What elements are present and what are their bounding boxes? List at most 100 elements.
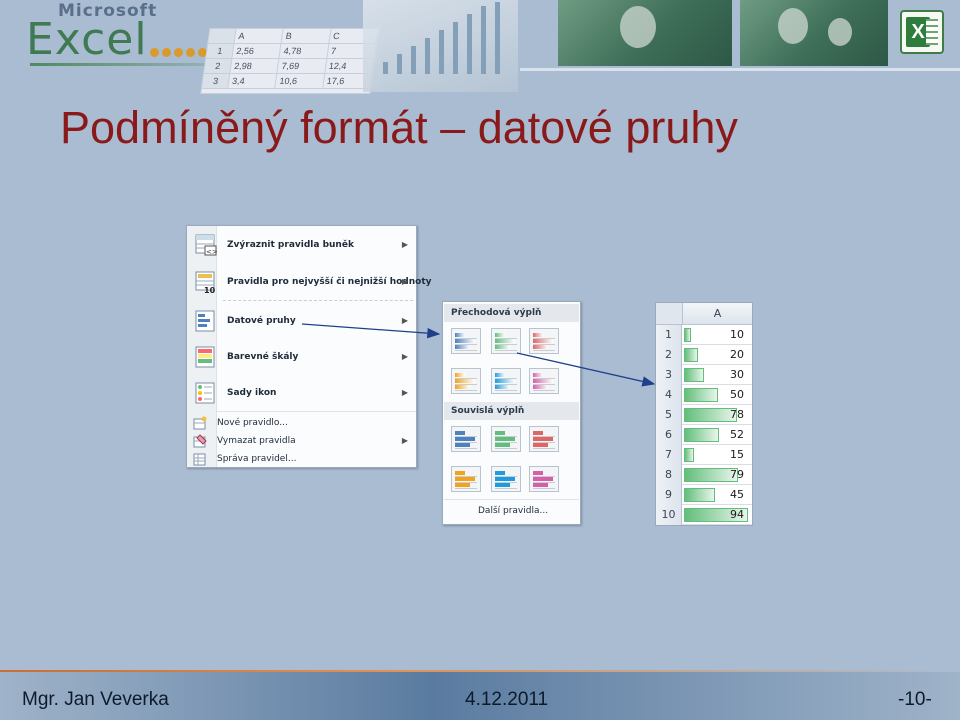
cell-value[interactable]: 20 bbox=[730, 345, 744, 365]
menu-item-icon-sets[interactable]: Sady ikon ▶ bbox=[187, 378, 416, 408]
gradient-data-bar-swatch[interactable] bbox=[491, 328, 521, 354]
cell-value[interactable]: 10 bbox=[730, 325, 744, 345]
column-header-a[interactable]: A bbox=[682, 303, 752, 325]
swatch-bar bbox=[455, 345, 470, 349]
swatch-bar bbox=[455, 373, 465, 377]
solid-data-bar-swatch[interactable] bbox=[451, 426, 481, 452]
swatch-bar bbox=[455, 379, 475, 383]
mini-cell: 10,6 bbox=[275, 74, 325, 88]
menu-item-data-bars[interactable]: Datové pruhy ▶ bbox=[187, 306, 416, 336]
table-row: 3 30 bbox=[656, 365, 752, 385]
row-header[interactable]: 2 bbox=[656, 345, 682, 365]
excel-app-icon: X bbox=[900, 10, 944, 54]
swatch-bar bbox=[533, 339, 553, 343]
solid-data-bar-swatch[interactable] bbox=[491, 466, 521, 492]
data-bar bbox=[684, 348, 698, 362]
swatch-bar bbox=[455, 339, 475, 343]
menu-item-clear-rules[interactable]: Vymazat pravidla ▶ bbox=[187, 432, 416, 450]
sheet-corner[interactable] bbox=[656, 303, 682, 325]
swatch-bar bbox=[455, 443, 470, 447]
menu-item-manage-rules[interactable]: Správa pravidel... bbox=[187, 450, 416, 468]
more-rules-button[interactable]: Další pravidla... bbox=[444, 499, 579, 523]
swatch-bar bbox=[533, 477, 553, 481]
row-header[interactable]: 4 bbox=[656, 385, 682, 405]
menu-item-new-rule[interactable]: Nové pravidlo... bbox=[187, 414, 416, 432]
swatch-bar bbox=[455, 483, 470, 487]
gradient-data-bar-swatch[interactable] bbox=[529, 368, 559, 394]
swatch-bar bbox=[533, 373, 543, 377]
cell-value[interactable]: 50 bbox=[730, 385, 744, 405]
decorative-photo-children bbox=[740, 0, 888, 66]
gallery-header-gradient: Přechodová výplň bbox=[444, 304, 579, 322]
slide-title: Podmíněný formát – datové pruhy bbox=[60, 102, 738, 153]
conditional-format-menu: <> Zvýraznit pravidla buněk ▶ 10 Pravidl… bbox=[186, 225, 432, 468]
table-row: 4 50 bbox=[656, 385, 752, 405]
row-header[interactable]: 7 bbox=[656, 445, 682, 465]
gradient-data-bar-swatch[interactable] bbox=[451, 368, 481, 394]
swatch-bar bbox=[533, 443, 548, 447]
solid-data-bar-swatch[interactable] bbox=[451, 466, 481, 492]
data-bars-sheet: A 1 10 2 20 3 30 4 50 5 78 6 52 7 15 8 79 9 45 10 94 bbox=[655, 302, 753, 526]
cell-value[interactable]: 45 bbox=[730, 485, 744, 505]
table-row: 8 79 bbox=[656, 465, 752, 485]
table-row: 5 78 bbox=[656, 405, 752, 425]
cell-value[interactable]: 30 bbox=[730, 365, 744, 385]
icon-sets-icon bbox=[195, 382, 215, 404]
swatch-bar bbox=[533, 345, 548, 349]
solid-data-bar-swatch[interactable] bbox=[491, 426, 521, 452]
menu-item-highlight-rules[interactable]: <> Zvýraznit pravidla buněk ▶ bbox=[187, 232, 416, 258]
footer-date: 4.12.2011 bbox=[465, 689, 549, 710]
gradient-data-bar-swatch[interactable] bbox=[529, 328, 559, 354]
swatch-bar bbox=[495, 373, 505, 377]
swatch-bar bbox=[533, 471, 543, 475]
gallery-header-solid: Souvislá výplň bbox=[444, 402, 579, 420]
submenu-arrow-icon: ▶ bbox=[401, 316, 408, 325]
footer-author: Mgr. Jan Veverka bbox=[22, 689, 169, 710]
solid-data-bar-swatch[interactable] bbox=[529, 426, 559, 452]
swatch-bar bbox=[495, 471, 505, 475]
table-row: 1 10 bbox=[656, 325, 752, 345]
svg-text:<>: <> bbox=[206, 248, 217, 256]
cell-value[interactable]: 79 bbox=[730, 465, 744, 485]
data-bar bbox=[684, 428, 719, 442]
banner-underline bbox=[520, 68, 960, 71]
gradient-data-bar-swatch[interactable] bbox=[491, 368, 521, 394]
row-header[interactable]: 3 bbox=[656, 365, 682, 385]
swatch-bar bbox=[455, 385, 470, 389]
menu-item-color-scales[interactable]: Barevné škály ▶ bbox=[187, 342, 416, 372]
cell-value[interactable]: 15 bbox=[730, 445, 744, 465]
swatch-bar bbox=[495, 339, 515, 343]
decorative-chart-image bbox=[363, 0, 518, 92]
logo-dots bbox=[150, 44, 210, 62]
row-header[interactable]: 1 bbox=[656, 325, 682, 345]
menu-item-label: Barevné škály bbox=[227, 352, 299, 362]
gradient-data-bar-swatch[interactable] bbox=[451, 328, 481, 354]
row-header[interactable]: 5 bbox=[656, 405, 682, 425]
cell-value[interactable]: 78 bbox=[730, 405, 744, 425]
mini-cell: 7,69 bbox=[277, 59, 327, 73]
swatch-bar bbox=[495, 333, 505, 337]
menu-item-top-bottom-rules[interactable]: 10 Pravidla pro nejvyšší či nejnižší hod… bbox=[187, 268, 432, 296]
menu-separator bbox=[223, 300, 413, 301]
swatch-bar bbox=[455, 431, 465, 435]
new-rule-icon bbox=[193, 416, 207, 430]
submenu-arrow-icon: ▶ bbox=[401, 436, 408, 445]
row-header[interactable]: 10 bbox=[656, 505, 682, 525]
cell-value[interactable]: 52 bbox=[730, 425, 744, 445]
menu-item-label: Vymazat pravidla bbox=[217, 436, 296, 446]
solid-data-bar-swatch[interactable] bbox=[529, 466, 559, 492]
mini-sheet-row: 1 2,56 4,78 7 bbox=[206, 44, 377, 59]
decorative-mini-sheet: A B C 1 2,56 4,78 7 2 2,98 7,69 12,4 3 3… bbox=[200, 28, 380, 94]
menu-item-label: Nové pravidlo... bbox=[217, 418, 288, 428]
row-header[interactable]: 8 bbox=[656, 465, 682, 485]
cell-value[interactable]: 94 bbox=[730, 505, 744, 525]
data-bar bbox=[684, 448, 694, 462]
footer-page-number: -10- bbox=[898, 689, 932, 710]
row-header[interactable]: 9 bbox=[656, 485, 682, 505]
table-row: 10 94 bbox=[656, 505, 752, 525]
mini-cell: 3,4 bbox=[228, 74, 278, 88]
svg-text:10: 10 bbox=[204, 286, 216, 294]
row-header[interactable]: 6 bbox=[656, 425, 682, 445]
swatch-bar bbox=[495, 437, 515, 441]
mini-sheet-row: 2 2,98 7,69 12,4 bbox=[204, 59, 375, 74]
